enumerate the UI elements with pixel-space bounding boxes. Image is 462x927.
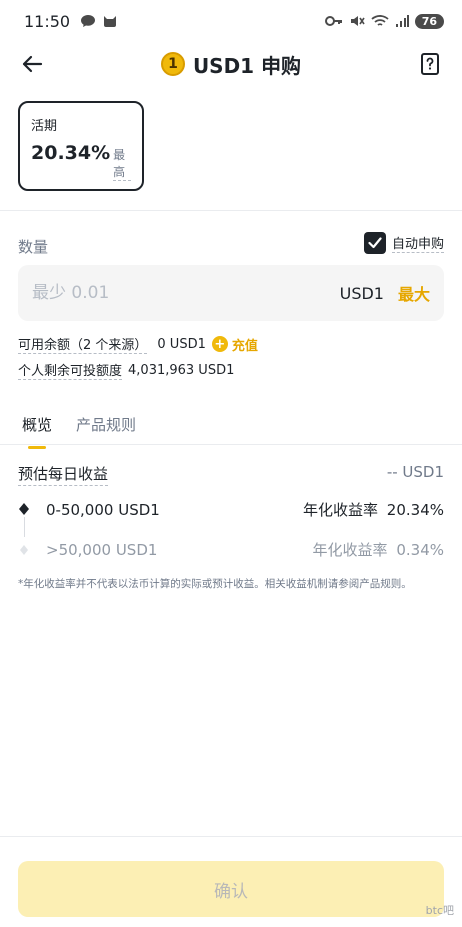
signal-icon <box>395 14 409 28</box>
term-max-label: 最高 <box>113 146 131 181</box>
battery-indicator: 76 <box>414 13 444 29</box>
available-balance-row: 可用余额（2 个来源） 0 USD1 + 充值 <box>18 334 258 354</box>
plus-circle-icon: + <box>211 336 228 352</box>
status-bar: 11:50 76 <box>0 0 462 42</box>
tier-row: 0-50,000 USD1 年化收益率 20.34% <box>18 499 444 520</box>
tier-apr: 20.34% <box>386 501 444 519</box>
tier-range: 0-50,000 USD1 <box>46 500 160 519</box>
checkbox-checked-icon[interactable] <box>363 232 386 254</box>
wifi-icon <box>371 14 389 28</box>
status-time: 11:50 <box>24 11 71 31</box>
rules-doc-button[interactable] <box>416 50 444 78</box>
tab-product-rules[interactable]: 产品规则 <box>72 410 140 439</box>
recharge-label: 充值 <box>231 338 258 354</box>
quota-row: 个人剩余可投额度 4,031,963 USD1 <box>18 360 234 380</box>
estimated-daily-earnings-value: -- USD1 <box>386 463 444 481</box>
available-balance-label[interactable]: 可用余额（2 个来源） <box>18 334 148 354</box>
amount-unit: USD1 <box>339 283 384 303</box>
max-button[interactable]: 最大 <box>398 281 430 305</box>
cat-icon <box>102 13 118 29</box>
amount-input[interactable] <box>32 283 340 303</box>
quantity-label: 数量 <box>18 238 49 256</box>
available-balance-value: 0 USD1 <box>157 336 206 352</box>
document-question-icon <box>421 53 439 75</box>
tier-apr: 0.34% <box>396 541 444 559</box>
tier-apr-label: 年化收益率 <box>303 501 379 519</box>
back-button[interactable] <box>18 50 46 78</box>
mute-icon <box>349 13 365 29</box>
footer-divider <box>0 836 462 837</box>
watermark: btc吧 <box>425 904 454 917</box>
apr-disclaimer: *年化收益率并不代表以法币计算的实际或预计收益。相关收益机制请参阅产品规则。 <box>18 578 412 590</box>
key-icon <box>324 15 343 27</box>
auto-subscribe-toggle[interactable]: 自动申购 <box>363 232 444 254</box>
page-title: USD1 申购 <box>192 53 302 78</box>
flexible-term-card[interactable]: 活期 20.34% 最高 <box>18 101 144 191</box>
recharge-link[interactable]: + 充值 <box>211 335 258 354</box>
tier-inactive-dot-icon <box>18 544 30 556</box>
arrow-left-icon <box>22 55 43 73</box>
quota-value: 4,031,963 USD1 <box>128 362 235 378</box>
term-label: 活期 <box>31 119 58 134</box>
term-rate: 20.34% <box>31 142 111 164</box>
tab-bar: 概览 产品规则 <box>18 410 140 449</box>
tier-active-dot-icon <box>18 502 30 517</box>
header: 1 USD1 申购 <box>0 42 462 86</box>
estimated-daily-earnings-label[interactable]: 预估每日收益 <box>18 463 109 486</box>
tier-apr-label: 年化收益率 <box>312 541 388 559</box>
section-divider <box>0 210 462 211</box>
tier-range: >50,000 USD1 <box>46 540 158 559</box>
amount-input-box: USD1 最大 <box>18 265 444 321</box>
tab-overview[interactable]: 概览 <box>18 410 56 449</box>
tier-row: >50,000 USD1 年化收益率 0.34% <box>18 539 444 560</box>
chat-icon <box>80 13 96 29</box>
usd1-coin-icon: 1 <box>160 52 185 76</box>
quota-label[interactable]: 个人剩余可投额度 <box>18 360 123 380</box>
auto-subscribe-label: 自动申购 <box>391 233 444 253</box>
tier-connector-line <box>24 517 25 537</box>
confirm-button[interactable]: 确认 <box>18 861 444 917</box>
tabs-divider <box>0 444 462 445</box>
active-tab-indicator <box>28 446 46 449</box>
